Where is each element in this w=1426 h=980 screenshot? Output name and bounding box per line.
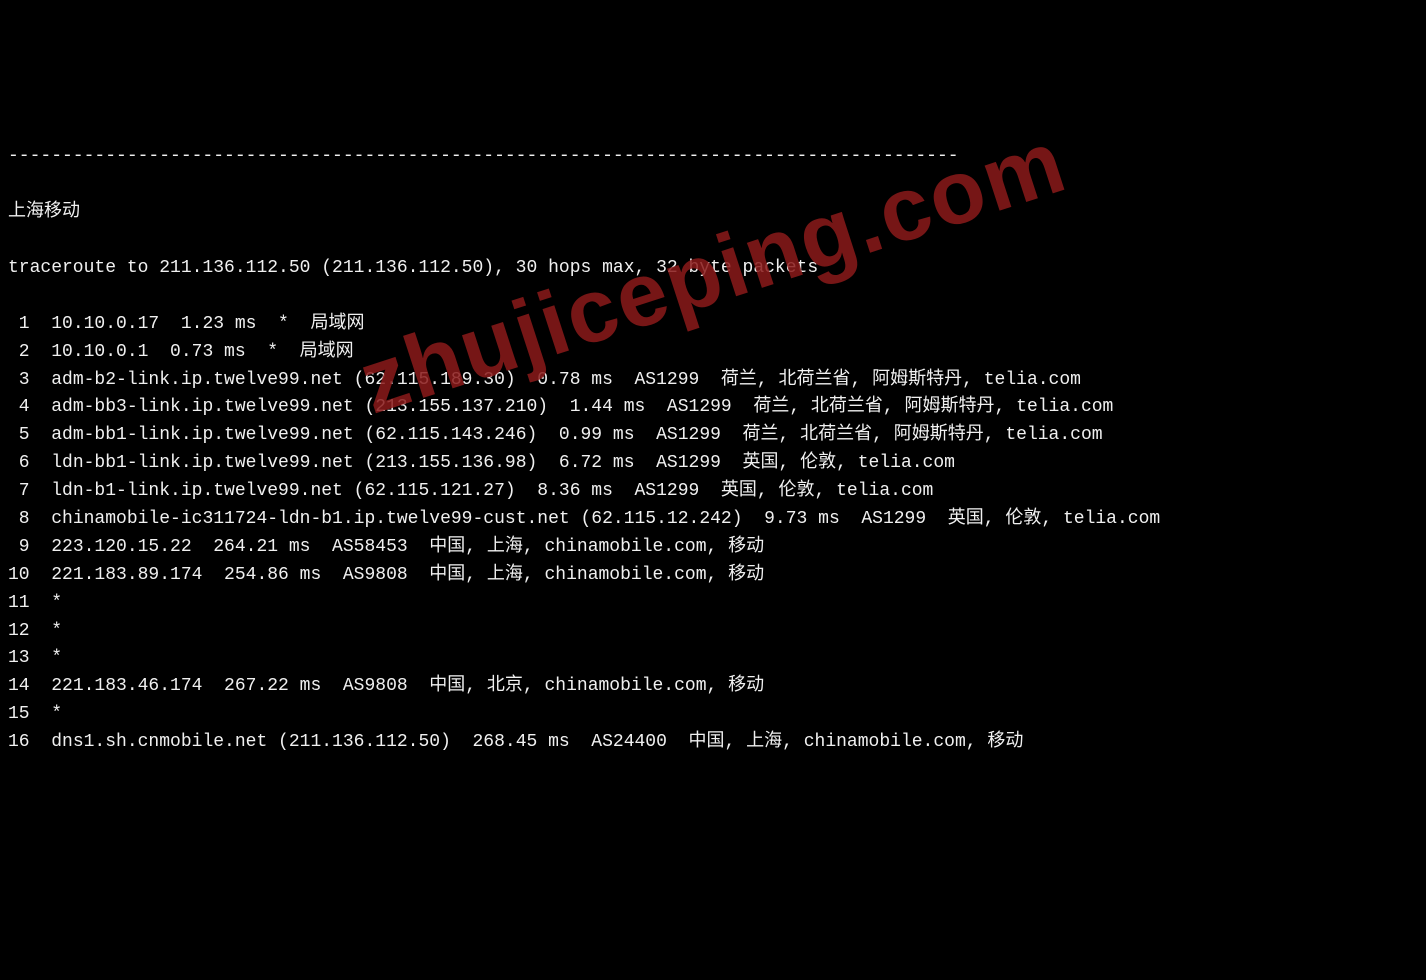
hop-number: 16 xyxy=(8,732,30,752)
hop-number: 9 xyxy=(8,537,30,557)
hop-number: 15 xyxy=(8,704,30,724)
hops-list: 1 10.10.0.17 1.23 ms * 局域网 2 10.10.0.1 0… xyxy=(8,311,1418,757)
hop-number: 8 xyxy=(8,509,30,529)
hop-detail: adm-bb3-link.ip.twelve99.net (213.155.13… xyxy=(30,397,1114,417)
hop-row: 12 * xyxy=(8,618,1418,646)
hop-number: 2 xyxy=(8,342,30,362)
traceroute-title: 上海移动 xyxy=(8,199,1418,227)
hop-detail: adm-b2-link.ip.twelve99.net (62.115.189.… xyxy=(30,370,1081,390)
hop-number: 3 xyxy=(8,370,30,390)
separator-line: ----------------------------------------… xyxy=(8,143,1418,171)
hop-number: 4 xyxy=(8,397,30,417)
hop-number: 7 xyxy=(8,481,30,501)
hop-row: 16 dns1.sh.cnmobile.net (211.136.112.50)… xyxy=(8,729,1418,757)
hop-detail: 10.10.0.17 1.23 ms * 局域网 xyxy=(30,314,365,334)
traceroute-header: traceroute to 211.136.112.50 (211.136.11… xyxy=(8,255,1418,283)
hop-number: 5 xyxy=(8,425,30,445)
hop-row: 8 chinamobile-ic311724-ldn-b1.ip.twelve9… xyxy=(8,506,1418,534)
hop-detail: dns1.sh.cnmobile.net (211.136.112.50) 26… xyxy=(30,732,1024,752)
hop-detail: * xyxy=(30,704,62,724)
hop-detail: 223.120.15.22 264.21 ms AS58453 中国, 上海, … xyxy=(30,537,765,557)
hop-detail: * xyxy=(30,593,62,613)
hop-number: 13 xyxy=(8,648,30,668)
hop-detail: * xyxy=(30,648,62,668)
hop-detail: 221.183.46.174 267.22 ms AS9808 中国, 北京, … xyxy=(30,676,765,696)
hop-detail: adm-bb1-link.ip.twelve99.net (62.115.143… xyxy=(30,425,1103,445)
hop-row: 4 adm-bb3-link.ip.twelve99.net (213.155.… xyxy=(8,394,1418,422)
hop-row: 14 221.183.46.174 267.22 ms AS9808 中国, 北… xyxy=(8,673,1418,701)
terminal-output: ----------------------------------------… xyxy=(8,116,1418,785)
hop-row: 10 221.183.89.174 254.86 ms AS9808 中国, 上… xyxy=(8,562,1418,590)
hop-detail: chinamobile-ic311724-ldn-b1.ip.twelve99-… xyxy=(30,509,1161,529)
hop-row: 6 ldn-bb1-link.ip.twelve99.net (213.155.… xyxy=(8,450,1418,478)
hop-number: 11 xyxy=(8,593,30,613)
hop-row: 2 10.10.0.1 0.73 ms * 局域网 xyxy=(8,339,1418,367)
hop-detail: * xyxy=(30,621,62,641)
hop-number: 1 xyxy=(8,314,30,334)
hop-row: 7 ldn-b1-link.ip.twelve99.net (62.115.12… xyxy=(8,478,1418,506)
hop-row: 11 * xyxy=(8,590,1418,618)
hop-row: 15 * xyxy=(8,701,1418,729)
hop-detail: 221.183.89.174 254.86 ms AS9808 中国, 上海, … xyxy=(30,565,765,585)
hop-number: 12 xyxy=(8,621,30,641)
hop-row: 9 223.120.15.22 264.21 ms AS58453 中国, 上海… xyxy=(8,534,1418,562)
hop-number: 10 xyxy=(8,565,30,585)
hop-row: 13 * xyxy=(8,645,1418,673)
hop-row: 5 adm-bb1-link.ip.twelve99.net (62.115.1… xyxy=(8,422,1418,450)
hop-detail: ldn-bb1-link.ip.twelve99.net (213.155.13… xyxy=(30,453,955,473)
hop-row: 3 adm-b2-link.ip.twelve99.net (62.115.18… xyxy=(8,367,1418,395)
hop-number: 6 xyxy=(8,453,30,473)
hop-row: 1 10.10.0.17 1.23 ms * 局域网 xyxy=(8,311,1418,339)
hop-detail: 10.10.0.1 0.73 ms * 局域网 xyxy=(30,342,354,362)
hop-number: 14 xyxy=(8,676,30,696)
hop-detail: ldn-b1-link.ip.twelve99.net (62.115.121.… xyxy=(30,481,934,501)
